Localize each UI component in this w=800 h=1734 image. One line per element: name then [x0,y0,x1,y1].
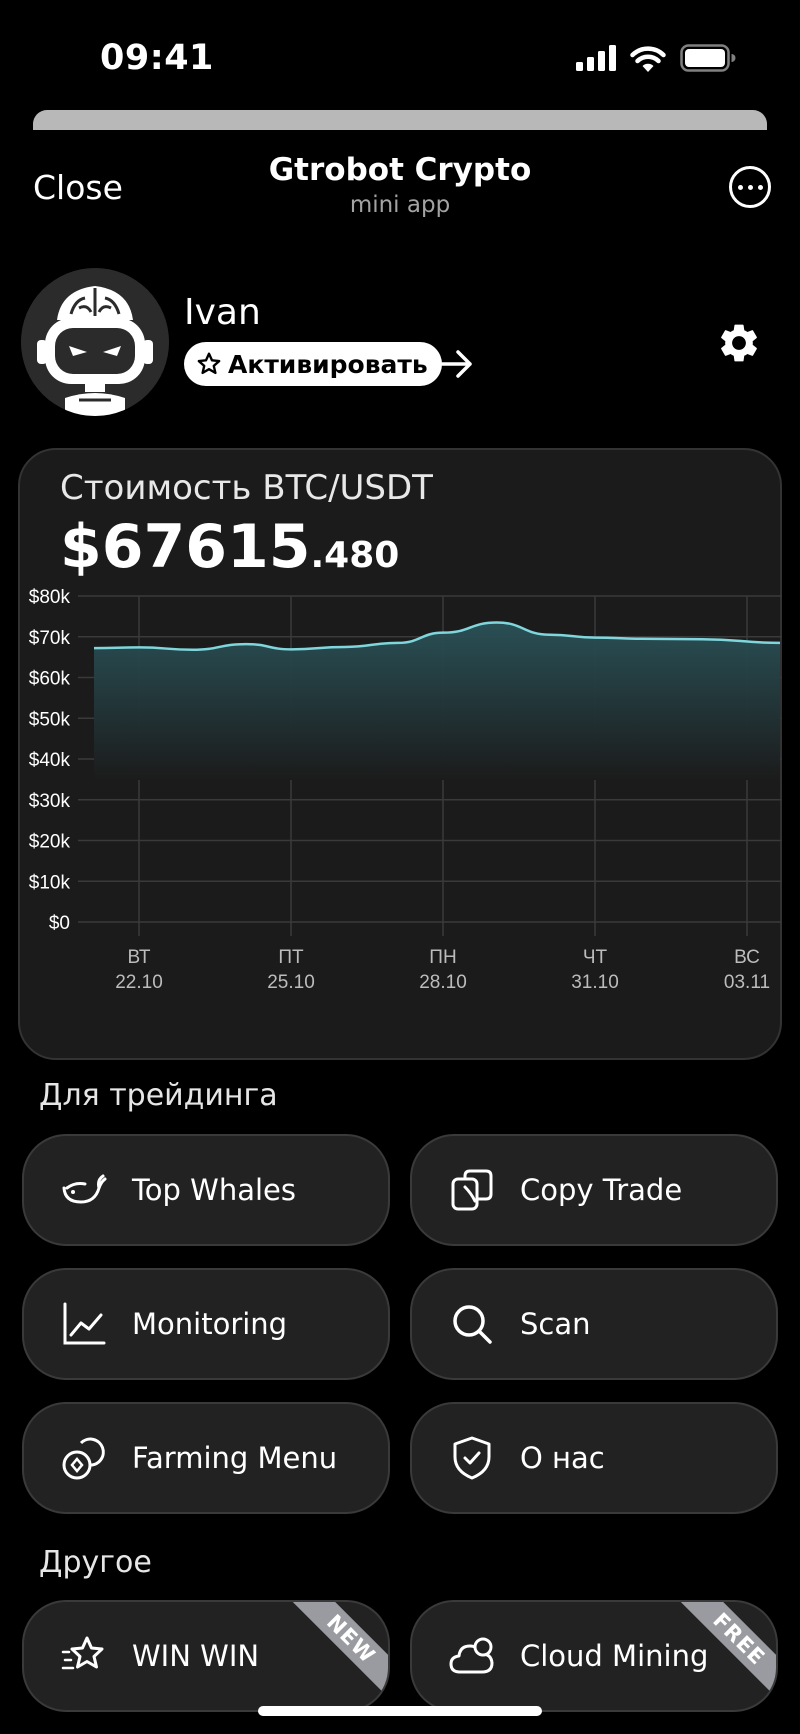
avatar[interactable] [21,268,169,416]
dot-icon [747,184,753,190]
shield-check-icon [444,1430,500,1486]
x-tick-day: ПТ [278,947,304,968]
menu-label: Cloud Mining [520,1639,709,1673]
star-icon [56,1628,112,1684]
search-icon [444,1296,500,1352]
star-outline-icon [197,352,221,375]
about-us-button[interactable]: О нас [410,1402,778,1514]
menu-label: Scan [520,1307,591,1341]
other-section-title: Другое [39,1545,152,1580]
menu-label: Monitoring [132,1307,288,1341]
whale-icon [56,1162,112,1218]
app-subtitle: mini app [349,192,451,218]
x-tick-day: ПН [429,947,456,968]
status-icons [576,44,736,72]
y-tick-label: $20k [29,832,71,853]
trading-section-title: Для трейдинга [39,1078,278,1113]
y-tick-label: $70k [29,628,71,649]
x-tick-date: 03.11 [724,972,770,993]
activate-label: Активировать [228,349,428,379]
dot-icon [737,184,743,190]
x-tick-date: 22.10 [115,972,163,993]
area-fill [94,622,780,780]
cellular-signal-icon [576,45,616,71]
y-axis-labels: $80k $70k $60k $50k $40k $30k $20k $10k $0 [29,587,71,934]
scan-button[interactable]: Scan [410,1268,778,1380]
x-tick-day: ВС [734,947,760,968]
new-badge: NEW [287,1602,388,1703]
cloud-icon [444,1628,500,1684]
chart-area [93,621,781,780]
username: Ivan [184,292,261,333]
arrow-right-icon[interactable] [440,348,474,380]
y-tick-label: $10k [29,872,71,893]
line-chart-icon [56,1296,112,1352]
title-block: Gtrobot Crypto mini app [0,152,800,218]
menu-label: WIN WIN [132,1639,260,1673]
monitoring-button[interactable]: Monitoring [22,1268,390,1380]
wifi-icon [630,45,666,72]
more-options-button[interactable] [729,166,771,208]
farming-menu-button[interactable]: Farming Menu [22,1402,390,1514]
cloud-mining-button[interactable]: Cloud Mining FREE [410,1600,778,1712]
top-whales-button[interactable]: Top Whales [22,1134,390,1246]
x-tick-date: 25.10 [267,972,315,993]
home-indicator [258,1706,542,1716]
app-header: Close Gtrobot Crypto mini app [0,148,800,238]
settings-gear-icon[interactable] [716,320,762,366]
app-title: Gtrobot Crypto [268,152,532,188]
robot-avatar-icon [21,268,169,416]
x-tick-day: ВТ [127,947,150,968]
x-tick-date: 28.10 [419,972,467,993]
status-bar: 09:41 [0,0,800,110]
x-tick-date: 31.10 [571,972,619,993]
sheet-handle [33,110,767,130]
y-tick-label: $0 [49,913,70,934]
y-tick-label: $60k [29,669,71,690]
menu-label: Top Whales [132,1173,296,1207]
dot-icon [757,184,763,190]
price-chart: $80k $70k $60k $50k $40k $30k $20k $10k $0 ВТ 22.… [29,587,782,993]
menu-label: Copy Trade [520,1173,683,1207]
coins-icon [56,1430,112,1486]
x-tick-day: ЧТ [583,947,608,968]
chart-caption: Стоимость BTC/USDT [60,468,433,508]
menu-label: О нас [520,1441,605,1475]
status-time: 09:41 [100,38,214,78]
x-axis-labels: ВТ 22.10 ПТ 25.10 ПН 28.10 ЧТ 31.10 ВС 03.11 [115,947,770,993]
y-tick-label: $80k [29,587,71,608]
activate-button[interactable]: Активировать [184,342,442,386]
battery-icon [680,44,736,72]
y-tick-label: $30k [29,791,71,812]
win-win-button[interactable]: WIN WIN NEW [22,1600,390,1712]
copy-trade-button[interactable]: Copy Trade [410,1134,778,1246]
y-tick-label: $40k [29,750,71,771]
menu-label: Farming Menu [132,1441,338,1475]
copy-trade-icon [444,1162,500,1218]
y-tick-label: $50k [29,709,71,730]
